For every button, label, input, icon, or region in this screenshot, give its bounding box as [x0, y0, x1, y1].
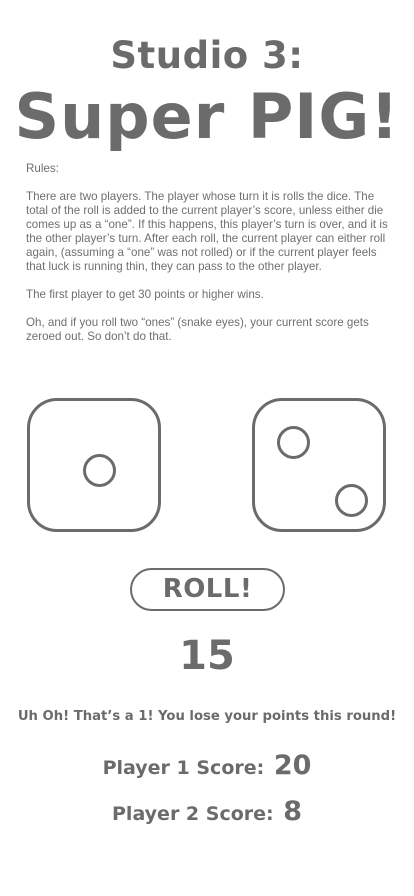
die-pip	[335, 484, 368, 517]
rules-paragraph-1: There are two players. The player whose …	[26, 190, 388, 273]
title-super-pig: Super PIG!	[14, 80, 400, 153]
player-1-score-label: Player 1 Score:	[102, 757, 265, 779]
player-2-score-value: 8	[283, 796, 302, 827]
rules-section: Rules: There are two players. The player…	[26, 162, 390, 358]
status-message: Uh Oh! That’s a 1! You lose your points …	[17, 709, 397, 724]
player-1-score-value: 20	[273, 750, 312, 781]
rules-paragraph-3: Oh, and if you roll two “ones” (snake ey…	[26, 316, 369, 343]
die-pip	[277, 426, 310, 459]
player-2-score-label: Player 2 Score:	[112, 803, 274, 825]
roll-total: 15	[179, 633, 235, 679]
player-2-score: Player 2 Score: 8	[0, 796, 414, 827]
rules-heading: Rules:	[26, 162, 59, 175]
player-1-score: Player 1 Score: 20	[0, 750, 414, 781]
die-left	[27, 398, 161, 532]
roll-button[interactable]: ROLL!	[130, 568, 285, 611]
die-pip	[83, 454, 116, 487]
die-right	[252, 398, 386, 532]
rules-paragraph-2: The first player to get 30 points or hig…	[26, 288, 264, 301]
title-studio: Studio 3:	[110, 34, 304, 77]
